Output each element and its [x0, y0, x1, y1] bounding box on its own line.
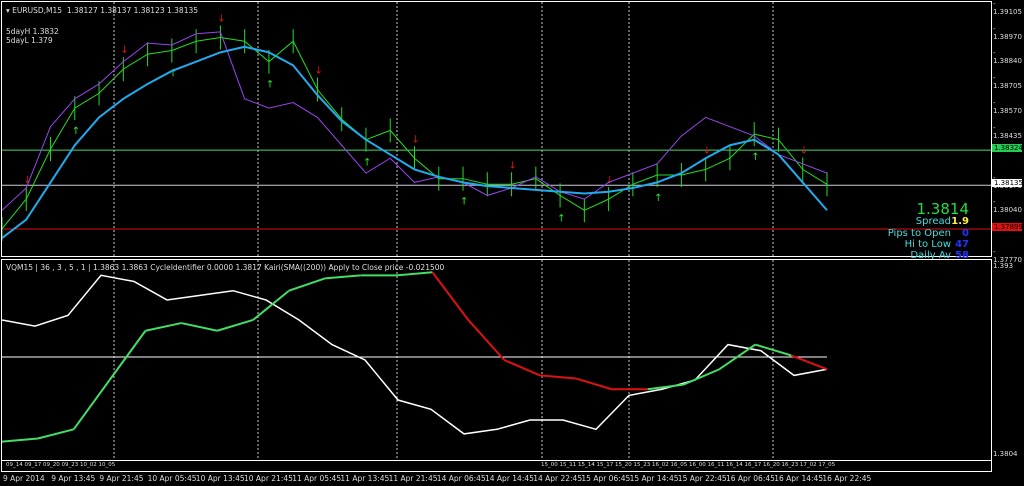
cycle-segment	[431, 271, 470, 321]
cycle-segment	[539, 374, 576, 380]
x-tick: 15 Apr 22:45	[677, 474, 727, 483]
cycle-segment	[467, 319, 505, 361]
hilo-value: 47	[955, 239, 969, 250]
sell-arrow-icon: ↓	[800, 145, 808, 156]
x-tick: 9 Apr 2014	[3, 474, 45, 483]
y-tick: - 1.39105	[993, 0, 1022, 16]
sell-arrow-icon: ↓	[314, 66, 322, 77]
x-tick: 9 Apr 13:45	[51, 474, 96, 483]
indicator-header: VQM15 | 36 , 3 , 5 , 1 | 1.3863 1.3863 C…	[6, 263, 445, 272]
spread-value: 1.9	[951, 216, 969, 227]
buy-arrow-icon: ↑	[72, 126, 80, 137]
sell-arrow-icon: ↓	[509, 160, 517, 171]
main-chart-svg: ↓↑↓↑↓↑↓↑↓↑↓↑↓↑↓↑↓	[2, 2, 991, 256]
series-price-white	[2, 274, 828, 435]
y-tick: - 1.38040	[993, 197, 1022, 214]
y-tick: - 1.38970	[993, 25, 1022, 42]
sub-labels-left: 09_14 09_17 09_20 09_23 10_02 10_05	[6, 462, 116, 468]
five-day-low: 5dayL 1.379	[6, 36, 53, 45]
cycle-segment	[145, 322, 182, 332]
indicator-y-tick: 1.393	[993, 262, 1014, 270]
cycle-segment	[288, 277, 326, 292]
buy-arrow-icon: ↑	[557, 213, 565, 224]
series-close	[2, 37, 828, 230]
x-tick: 14 Apr 14:45	[485, 474, 534, 483]
cycle-segment	[683, 368, 720, 386]
pips-value: 0	[962, 228, 969, 239]
main-chart-pane[interactable]: ↓ ↑ ↓ ↑ ↓ ↑ ↓ ↑ ↓ ↑ ↓ ↑ ↓ ↑ ↓ ↑ ↓ ▾ EURUSD,M15 1.38127 1…	[1, 1, 992, 261]
ohlc: 1.38127 1.38137 1.38123 1.38135	[66, 6, 199, 15]
cycle-segment	[108, 330, 147, 381]
x-tick: 10 Apr 05:45	[147, 474, 197, 483]
sell-arrow-icon: ↓	[120, 45, 128, 56]
sell-arrow-icon: ↓	[217, 14, 225, 25]
sub-labels-right: 15_00 15_11 15_14 15_17 15_20 15_23 16_0…	[541, 462, 836, 468]
cycle-segment	[2, 437, 38, 443]
price-tag: 1.38324	[992, 144, 1023, 153]
x-tick: 11 Apr 21:45	[388, 474, 438, 483]
chart-title: ▾ EURUSD,M15 1.38127 1.38137 1.38123 1.3…	[6, 6, 199, 15]
cycle-segment	[503, 359, 541, 377]
buy-arrow-icon: ↑	[751, 152, 759, 163]
five-day-high: 5dayH 1.3832	[6, 27, 59, 36]
cycle-segment	[396, 271, 433, 277]
x-tick: 11 Apr 13:45	[340, 474, 390, 483]
pips-label: Pips to Open	[887, 228, 951, 239]
hilo-label: Hi to Low	[904, 239, 951, 250]
x-tick: 9 Apr 21:45	[99, 474, 144, 483]
x-tick: 16 Apr 22:45	[822, 474, 872, 483]
symbol: EURUSD,M15	[12, 6, 63, 15]
y-tick: - 1.38705	[993, 74, 1022, 91]
x-tick: 16 Apr 14:45	[774, 474, 824, 483]
sub-pane	[1, 459, 992, 472]
y-tick: - 1.38435	[993, 124, 1022, 141]
price-tag: 1.37899	[992, 223, 1023, 232]
buy-arrow-icon: ↑	[460, 197, 468, 208]
x-tick: 11 Apr 05:45	[292, 474, 342, 483]
cycle-segment	[324, 274, 361, 280]
x-tick: 10 Apr 21:45	[244, 474, 293, 483]
sell-arrow-icon: ↓	[412, 134, 420, 145]
indicator-y-tick: 1.3804	[993, 450, 1018, 458]
sell-arrow-icon: ↓	[703, 145, 711, 156]
cycle-segment	[37, 428, 74, 440]
indicator-svg	[2, 260, 828, 460]
cycle-segment	[181, 322, 218, 332]
cycle-segment	[575, 377, 613, 391]
x-tick: 14 Apr 22:45	[533, 474, 583, 483]
buy-arrow-icon: ↑	[363, 158, 371, 169]
y-tick: - 1.38570	[993, 99, 1022, 116]
indicator-pane[interactable]: VQM15 | 36 , 3 , 5 , 1 | 1.3863 1.3863 C…	[1, 259, 992, 461]
x-tick: 14 Apr 06:45	[436, 474, 486, 483]
price-tag: 1.38135	[992, 179, 1023, 188]
y-tick: - 1.38840	[993, 49, 1022, 66]
cycle-segment	[72, 379, 111, 430]
x-tick: 10 Apr 13:45	[195, 474, 245, 483]
cycle-segment	[216, 319, 254, 332]
x-tick: 15 Apr 14:45	[629, 474, 679, 483]
buy-arrow-icon: ↑	[654, 193, 662, 204]
series-purple	[2, 31, 828, 211]
spread-label: Spread	[915, 216, 951, 227]
x-tick: 16 Apr 06:45	[726, 474, 775, 483]
x-tick: 15 Apr 06:45	[581, 474, 631, 483]
buy-arrow-icon: ↑	[266, 80, 274, 91]
